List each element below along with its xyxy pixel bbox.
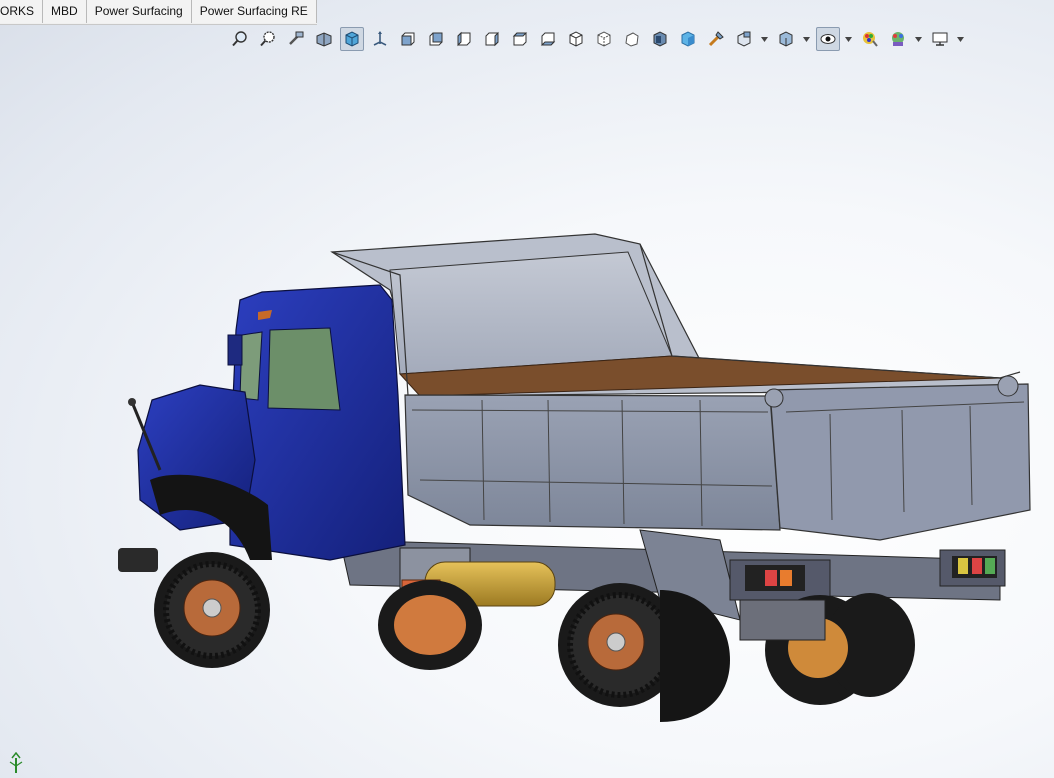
hide-show-items-button[interactable] [816, 27, 840, 51]
front-view-button[interactable] [396, 27, 420, 51]
front-wheel [154, 552, 270, 668]
previous-view-icon [289, 31, 304, 45]
front-view-icon [401, 32, 415, 46]
hide-show-items-dropdown[interactable] [844, 36, 852, 42]
monitor-dropdown[interactable] [956, 36, 964, 42]
bottom-view-icon [540, 32, 556, 46]
truck-cab [118, 284, 406, 572]
tab-power-surfacing[interactable]: Power Surfacing [86, 0, 192, 23]
trimetric-view-icon [597, 31, 611, 47]
chevron-down-icon [956, 36, 964, 42]
dimetric-view-button[interactable] [620, 27, 644, 51]
tab-mbd[interactable]: MBD [43, 0, 87, 23]
right-view-button[interactable] [480, 27, 504, 51]
right-view-icon [485, 31, 499, 47]
zoom-to-fit-icon [232, 31, 247, 47]
view-settings-dropdown[interactable] [760, 36, 768, 42]
apply-scene-icon [708, 31, 724, 47]
view-settings-button[interactable] [732, 27, 756, 51]
apply-scene-palette-icon [892, 32, 904, 46]
dynamic-annotation-view-button[interactable] [340, 27, 364, 51]
isometric-view-button[interactable] [564, 27, 588, 51]
chevron-down-icon [844, 36, 852, 42]
apply-scene-palette-button[interactable] [886, 27, 910, 51]
view-display-monitor-button[interactable] [928, 27, 952, 51]
tab-power-surfacing-re[interactable]: Power Surfacing RE [191, 0, 317, 23]
command-manager-tabs: ORKS MBD Power Surfacing Power Surfacing… [0, 0, 317, 25]
view-display-monitor-icon [932, 32, 948, 46]
dynamic-annotation-view-icon [345, 31, 359, 47]
coordinate-triad-icon [9, 752, 23, 773]
edit-appearance-button[interactable] [858, 27, 882, 51]
zoom-to-area-icon [260, 31, 275, 47]
zoom-to-area-button[interactable] [256, 27, 280, 51]
zoom-to-fit-button[interactable] [228, 27, 252, 51]
section-view-icon [316, 32, 332, 47]
display-style-icon [779, 31, 793, 47]
front-wheel-inner [378, 580, 482, 670]
edit-appearance-icon [863, 32, 878, 47]
isometric-view-icon [569, 31, 583, 47]
top-view-button[interactable] [508, 27, 532, 51]
left-view-button[interactable] [452, 27, 476, 51]
trimetric-view-button[interactable] [592, 27, 616, 51]
display-style-dropdown[interactable] [802, 36, 810, 42]
scene-dropdown[interactable] [914, 36, 922, 42]
view-settings-icon [737, 31, 751, 47]
view-orientation-icon [373, 31, 387, 46]
apply-scene-button[interactable] [704, 27, 728, 51]
normal-to-icon [653, 31, 667, 47]
normal-to-button[interactable] [648, 27, 672, 51]
dimetric-view-icon [625, 32, 639, 47]
top-view-icon [512, 32, 528, 46]
rear-wheel-far [739, 593, 915, 705]
dump-bed [330, 233, 1031, 541]
back-view-icon [429, 32, 443, 46]
back-view-button[interactable] [424, 27, 448, 51]
chevron-down-icon [914, 36, 922, 42]
chevron-down-icon [760, 36, 768, 42]
view-orientation-button[interactable] [368, 27, 392, 51]
bottom-view-button[interactable] [536, 27, 560, 51]
hide-show-items-icon [820, 34, 836, 44]
chevron-down-icon [802, 36, 810, 42]
previous-view-button[interactable] [284, 27, 308, 51]
shaded-view-button[interactable] [676, 27, 700, 51]
display-style-button[interactable] [774, 27, 798, 51]
tab-solidworks[interactable]: ORKS [0, 0, 44, 23]
heads-up-view-toolbar [228, 26, 970, 52]
shaded-view-icon [681, 31, 695, 47]
section-view-button[interactable] [312, 27, 336, 51]
graphics-area-truck-model[interactable] [0, 52, 1054, 778]
left-view-icon [457, 31, 471, 47]
